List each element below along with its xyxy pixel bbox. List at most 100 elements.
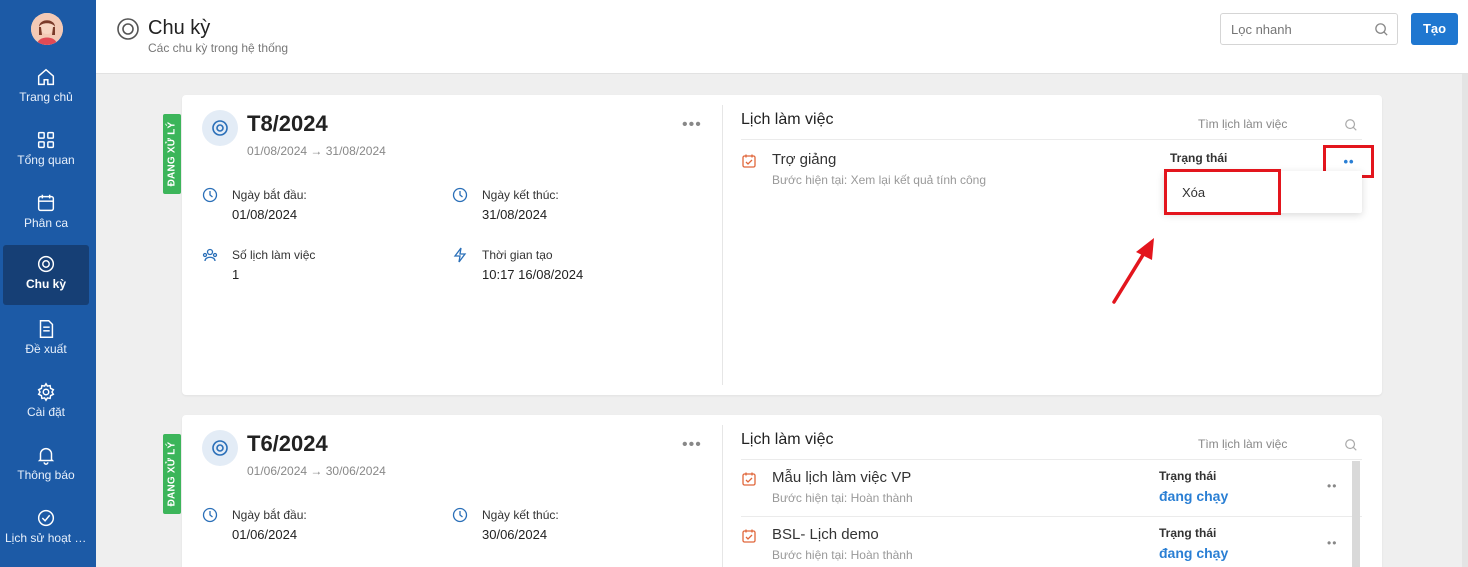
sidebar-item-history[interactable]: Lịch sử hoạt đ...	[3, 499, 89, 559]
lightning-icon	[453, 247, 467, 263]
main-scrollbar[interactable]	[1462, 74, 1468, 567]
clock-icon	[202, 507, 218, 523]
separator	[741, 139, 1362, 140]
grid-icon	[37, 131, 55, 149]
cycle-avatar	[202, 110, 238, 146]
end-date-label: Ngày kết thúc:	[482, 508, 559, 522]
schedule-search-input[interactable]: Tìm lịch làm việc	[1198, 437, 1287, 451]
schedule-name[interactable]: Trợ giảng	[772, 151, 836, 168]
card-divider	[722, 105, 723, 385]
cycle-card[interactable]: T6/2024 01/06/2024 → 30/06/2024 ••• Ngày…	[182, 415, 1382, 567]
schedule-section-title: Lịch làm việc	[741, 111, 834, 128]
sidebar-item-label: Lịch sử hoạt đ...	[5, 531, 89, 545]
status-badge: ĐANG XỬ LÝ	[163, 434, 181, 514]
cycle-icon	[117, 18, 139, 40]
schedule-calendar-icon	[742, 154, 756, 168]
range-start: 01/08/2024	[247, 144, 308, 158]
range-start: 01/06/2024	[247, 464, 308, 478]
sidebar-item-notifications[interactable]: Thông báo	[3, 436, 89, 496]
sidebar-item-cycles[interactable]: Chu kỳ	[3, 245, 89, 305]
home-icon	[37, 68, 55, 86]
status-badge-text: ĐANG XỬ LÝ	[166, 121, 178, 187]
end-date-value: 30/06/2024	[482, 527, 548, 542]
clock-icon	[452, 507, 468, 523]
schedule-row[interactable]: BSL- Lịch demo Bước hiện tại: Hoàn thành…	[741, 516, 1362, 567]
check-circle-icon	[37, 509, 55, 527]
schedule-status-value: đang chạy	[1159, 545, 1229, 561]
cycle-avatar	[202, 430, 238, 466]
arrow-right-icon: →	[310, 464, 323, 478]
team-icon	[202, 248, 218, 262]
clock-icon	[202, 187, 218, 203]
sidebar-item-settings[interactable]: Cài đặt	[3, 373, 89, 433]
schedule-count-value: 1	[232, 267, 240, 282]
cycle-icon	[212, 440, 228, 456]
schedule-count-label: Số lịch làm việc	[232, 248, 316, 262]
cycle-card[interactable]: T8/2024 01/08/2024 → 31/08/2024 ••• Ngày…	[182, 95, 1382, 395]
cycle-more-button[interactable]: •••	[682, 117, 702, 133]
user-avatar[interactable]	[31, 13, 63, 45]
cycle-icon	[37, 255, 55, 273]
schedule-step: Bước hiện tại: Xem lại kết quả tính công	[772, 173, 987, 187]
search-icon[interactable]	[1344, 438, 1358, 452]
calendar-icon	[37, 194, 55, 212]
quick-filter-input[interactable]	[1221, 14, 1371, 44]
schedule-calendar-icon	[742, 472, 756, 486]
highlight-box	[1164, 169, 1281, 215]
cycle-more-button[interactable]: •••	[682, 437, 702, 453]
document-icon	[39, 320, 54, 338]
sidebar-item-label: Cài đặt	[26, 405, 66, 419]
end-date-label: Ngày kết thúc:	[482, 188, 559, 202]
clock-icon	[452, 187, 468, 203]
sidebar-item-label: Chu kỳ	[25, 277, 66, 291]
cycle-name[interactable]: T6/2024	[247, 431, 328, 457]
start-date-value: 01/08/2024	[232, 207, 298, 222]
schedule-more-button[interactable]: ••	[1327, 479, 1337, 493]
sidebar-item-label: Trang chủ	[19, 90, 73, 104]
card-divider	[722, 425, 723, 567]
schedule-status-value: đang chạy	[1159, 488, 1229, 504]
sidebar: Trang chủ Tổng quan Phân ca Chu kỳ Đề xu…	[0, 0, 96, 567]
arrow-annotation-icon	[1112, 238, 1154, 304]
sidebar-item-proposals[interactable]: Đề xuất	[3, 310, 89, 370]
schedule-status-label: Trạng thái	[1170, 151, 1228, 165]
schedule-list-scrollbar[interactable]	[1352, 461, 1360, 567]
schedule-status-label: Trạng thái	[1159, 469, 1217, 483]
schedule-row[interactable]: Mẫu lịch làm việc VP Bước hiện tại: Hoàn…	[741, 459, 1362, 516]
create-button[interactable]: Tạo	[1411, 13, 1458, 45]
status-badge-text: ĐANG XỬ LÝ	[166, 441, 178, 507]
schedule-step: Bước hiện tại: Hoàn thành	[772, 491, 913, 505]
quick-filter[interactable]	[1220, 13, 1398, 45]
page-header: Chu kỳ Các chu kỳ trong hệ thống Tạo	[96, 0, 1468, 74]
range-end: 31/08/2024	[325, 144, 386, 158]
sidebar-item-overview[interactable]: Tổng quan	[3, 121, 89, 181]
sidebar-item-label: Tổng quan	[17, 153, 75, 167]
schedule-name[interactable]: BSL- Lịch demo	[772, 526, 879, 543]
cycle-name[interactable]: T8/2024	[247, 111, 328, 137]
bell-icon	[37, 447, 55, 465]
start-date-value: 01/06/2024	[232, 527, 298, 542]
page-title: Chu kỳ	[148, 17, 211, 39]
search-icon[interactable]	[1374, 22, 1389, 37]
gear-icon	[37, 382, 55, 402]
schedule-section-title: Lịch làm việc	[741, 431, 834, 448]
schedule-search-input[interactable]: Tìm lịch làm việc	[1198, 117, 1287, 131]
schedule-name[interactable]: Mẫu lịch làm việc VP	[772, 469, 911, 486]
cycle-icon	[212, 120, 228, 136]
status-badge: ĐANG XỬ LÝ	[163, 114, 181, 194]
end-date-value: 31/08/2024	[482, 207, 548, 222]
created-time-value: 10:17 16/08/2024	[482, 267, 584, 282]
schedule-status-label: Trạng thái	[1159, 526, 1217, 540]
start-date-label: Ngày bắt đầu:	[232, 188, 307, 202]
sidebar-item-label: Phân ca	[23, 216, 69, 230]
start-date-label: Ngày bắt đầu:	[232, 508, 307, 522]
sidebar-item-label: Thông báo	[17, 468, 75, 482]
page-subtitle: Các chu kỳ trong hệ thống	[148, 41, 289, 55]
cycle-date-range: 01/08/2024 → 31/08/2024	[247, 144, 386, 158]
schedule-more-button[interactable]: ••	[1327, 536, 1337, 550]
search-icon[interactable]	[1344, 118, 1358, 132]
range-end: 30/06/2024	[325, 464, 386, 478]
sidebar-item-shifts[interactable]: Phân ca	[3, 184, 89, 244]
created-time-label: Thời gian tạo	[482, 248, 553, 262]
sidebar-item-home[interactable]: Trang chủ	[3, 58, 89, 118]
